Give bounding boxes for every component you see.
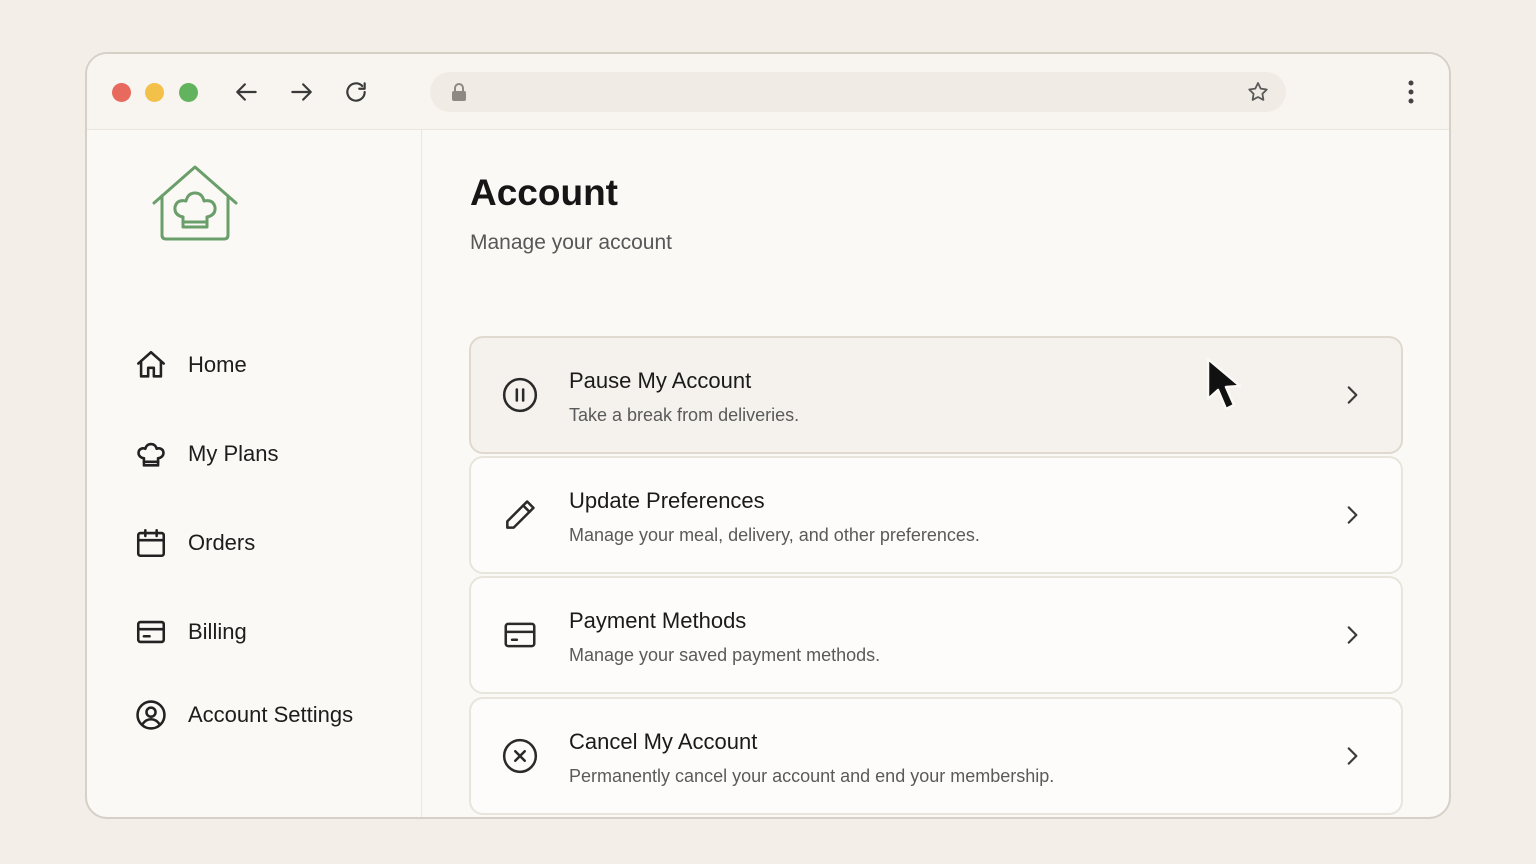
sidebar-item-label: Billing [188,619,247,644]
chevron-right-icon [1339,502,1365,533]
more-vertical-icon [1408,80,1414,104]
payment-methods-card[interactable]: Payment Methods Manage your saved paymen… [469,576,1403,694]
user-circle-icon [133,697,169,733]
chevron-right-icon [1339,743,1365,774]
home-icon [133,347,169,383]
pencil-icon [499,494,541,536]
address-bar[interactable] [430,72,1286,112]
update-preferences-card[interactable]: Update Preferences Manage your meal, del… [469,456,1403,574]
chef-hat-icon [133,436,169,472]
browser-menu-button[interactable] [1399,78,1423,106]
sidebar-item-orders[interactable]: Orders [133,523,255,563]
minimize-window-button[interactable] [145,83,164,102]
sidebar-item-account-settings[interactable]: Account Settings [133,695,353,735]
credit-card-icon [133,614,169,650]
maximize-window-button[interactable] [179,83,198,102]
card-description: Permanently cancel your account and end … [569,766,1055,786]
card-title: Cancel My Account [569,729,758,754]
sidebar-item-my-plans[interactable]: My Plans [133,434,278,474]
browser-window: Home My Plans Orders Billing Account Set [85,52,1451,819]
reload-icon [346,82,366,102]
card-description: Manage your meal, delivery, and other pr… [569,525,980,545]
main-content: Account Manage your account Pause My Acc… [422,130,1449,817]
close-window-button[interactable] [112,83,131,102]
forward-button[interactable] [285,76,317,108]
sidebar-item-home[interactable]: Home [133,345,247,385]
card-description: Manage your saved payment methods. [569,645,881,665]
bookmark-star-icon[interactable] [1246,80,1270,109]
sidebar: Home My Plans Orders Billing Account Set [87,130,422,817]
card-title: Payment Methods [569,608,747,633]
sidebar-item-label: Home [188,352,247,377]
sidebar-item-label: Account Settings [188,702,354,727]
lock-icon [450,82,468,107]
sidebar-item-billing[interactable]: Billing [133,612,247,652]
x-circle-icon [499,735,541,777]
arrow-left-icon [236,83,257,101]
calendar-icon [133,525,169,561]
page-subtitle: Manage your account [470,231,672,254]
arrow-right-icon [291,83,312,101]
sidebar-item-label: My Plans [188,441,279,466]
chevron-right-icon [1339,622,1365,653]
card-title: Pause My Account [569,368,752,393]
card-title: Update Preferences [569,488,765,513]
pause-account-card[interactable]: Pause My Account Take a break from deliv… [469,336,1403,454]
cancel-account-card[interactable]: Cancel My Account Permanently cancel you… [469,697,1403,815]
back-button[interactable] [231,76,263,108]
reload-button[interactable] [340,76,372,108]
browser-toolbar [87,54,1449,130]
pause-icon [499,374,541,416]
chevron-right-icon [1339,382,1365,413]
sidebar-item-label: Orders [188,530,256,555]
page-title: Account [470,172,618,213]
credit-card-icon [499,614,541,656]
card-description: Take a break from deliveries. [569,405,800,425]
house-chef-hat-icon[interactable] [150,163,240,248]
